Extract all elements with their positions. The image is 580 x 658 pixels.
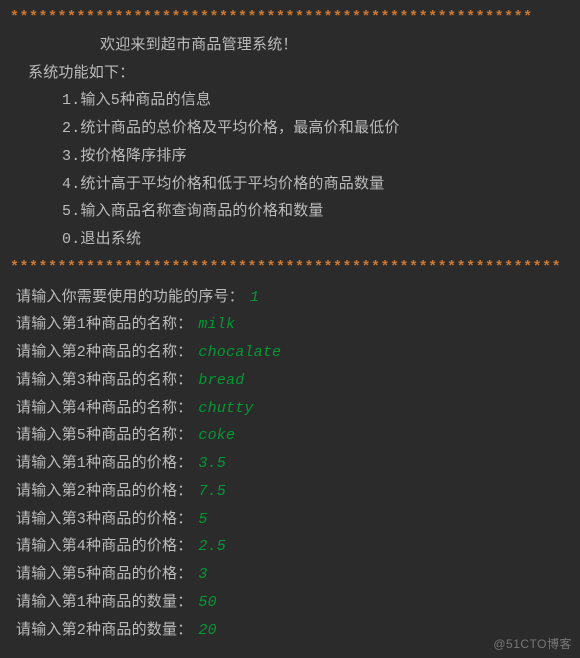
user-input: chocalate	[198, 344, 281, 361]
watermark: @51CTO博客	[493, 635, 572, 652]
user-input: milk	[198, 316, 235, 333]
user-input: 1	[250, 289, 259, 306]
prompt-line: 请输入第3种商品的价格： 5	[10, 506, 572, 534]
banner-stars-bottom: ****************************************…	[10, 254, 572, 282]
prompt-label: 请输入第3种商品的价格：	[16, 511, 192, 528]
prompt-label: 请输入第2种商品的名称：	[16, 344, 192, 361]
user-input: 2.5	[198, 538, 226, 555]
menu-item: 3.按价格降序排序	[10, 143, 572, 171]
prompt-line: 请输入第4种商品的名称： chutty	[10, 395, 572, 423]
user-input: 5	[198, 511, 207, 528]
menu-item: 5.输入商品名称查询商品的价格和数量	[10, 198, 572, 226]
banner-title: 欢迎来到超市商品管理系统！	[10, 32, 572, 60]
menu-item: 4.统计高于平均价格和低于平均价格的商品数量	[10, 171, 572, 199]
user-input: bread	[198, 372, 244, 389]
user-input: coke	[198, 427, 235, 444]
menu-item: 2.统计商品的总价格及平均价格，最高价和最低价	[10, 115, 572, 143]
user-input: chutty	[198, 400, 253, 417]
user-input: 20	[198, 622, 216, 639]
menu-item: 1.输入5种商品的信息	[10, 87, 572, 115]
user-input: 3	[198, 566, 207, 583]
console-output: ****************************************…	[0, 0, 580, 648]
prompt-line: 请输入第1种商品的数量： 50	[10, 589, 572, 617]
prompt-line: 请输入第4种商品的价格： 2.5	[10, 533, 572, 561]
prompt-label: 请输入第1种商品的数量：	[16, 594, 192, 611]
prompt-label: 请输入第5种商品的价格：	[16, 566, 192, 583]
prompt-line: 请输入第3种商品的名称： bread	[10, 367, 572, 395]
prompt-line: 请输入第2种商品的价格： 7.5	[10, 478, 572, 506]
prompt-line: 请输入第2种商品的名称： chocalate	[10, 339, 572, 367]
prompt-label: 请输入第2种商品的数量：	[16, 622, 192, 639]
prompt-line: 请输入第1种商品的价格： 3.5	[10, 450, 572, 478]
prompt-label: 请输入第1种商品的价格：	[16, 455, 192, 472]
prompt-line: 请输入第5种商品的名称： coke	[10, 422, 572, 450]
menu-item: 0.退出系统	[10, 226, 572, 254]
banner-subtitle: 系统功能如下：	[10, 60, 572, 88]
banner-stars-top: ****************************************…	[10, 4, 572, 32]
prompt-label: 请输入第5种商品的名称：	[16, 427, 192, 444]
prompt-label: 请输入你需要使用的功能的序号：	[16, 289, 244, 306]
prompt-line: 请输入第2种商品的数量： 20	[10, 617, 572, 645]
user-input: 7.5	[198, 483, 226, 500]
user-input: 3.5	[198, 455, 226, 472]
prompt-label: 请输入第1种商品的名称：	[16, 316, 192, 333]
prompt-label: 请输入第4种商品的价格：	[16, 538, 192, 555]
user-input: 50	[198, 594, 216, 611]
prompt-line: 请输入第1种商品的名称： milk	[10, 311, 572, 339]
prompt-label: 请输入第2种商品的价格：	[16, 483, 192, 500]
prompt-line: 请输入你需要使用的功能的序号： 1	[10, 284, 572, 312]
prompt-label: 请输入第3种商品的名称：	[16, 372, 192, 389]
prompt-label: 请输入第4种商品的名称：	[16, 400, 192, 417]
prompt-line: 请输入第5种商品的价格： 3	[10, 561, 572, 589]
